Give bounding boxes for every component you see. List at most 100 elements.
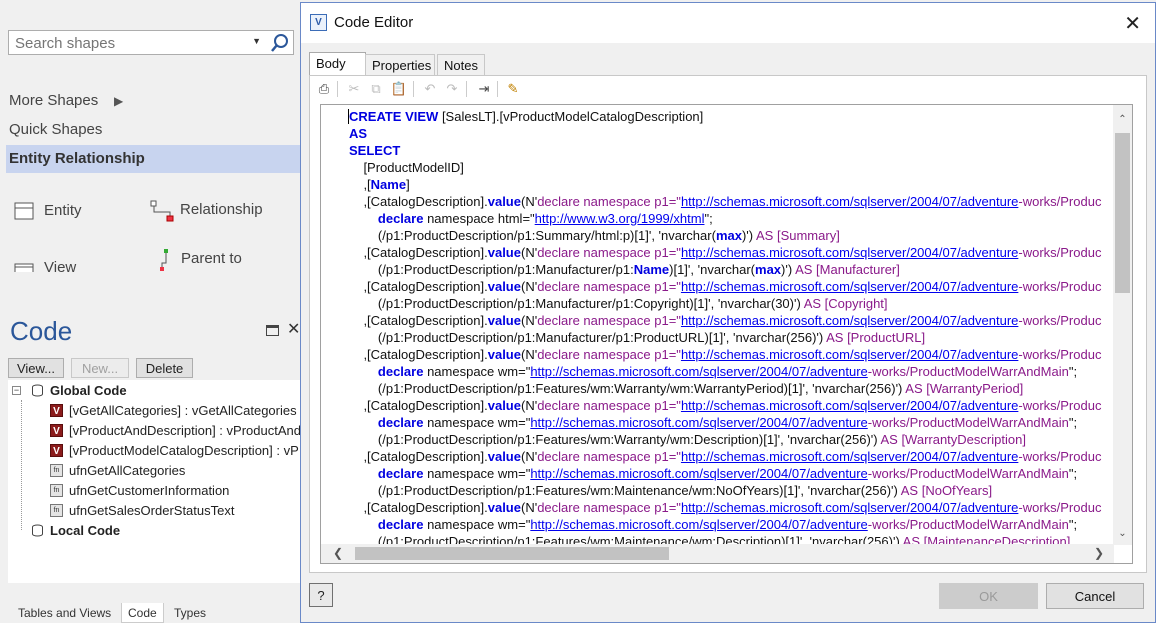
code-token: namespace wm=" — [423, 466, 531, 481]
quick-shapes-item[interactable]: Quick Shapes — [0, 116, 300, 144]
tree-item-label: ufnGetSalesOrderStatusText — [69, 503, 235, 518]
chevron-right-icon: ▶ — [114, 94, 124, 108]
code-line: ,[CatalogDescription].value(N'declare na… — [349, 499, 1101, 516]
indent-icon[interactable]: ⇥ — [475, 80, 493, 98]
close-icon[interactable]: ✕ — [1124, 11, 1141, 36]
code-token[interactable]: http://schemas.microsoft.com/sqlserver/2… — [681, 449, 1018, 464]
code-token: value — [487, 347, 521, 362]
toolbar-separator — [337, 81, 338, 97]
more-shapes-menu[interactable]: More Shapes ▶ — [0, 87, 300, 115]
code-line: ,[CatalogDescription].value(N'declare na… — [349, 346, 1101, 363]
entity-relationship-stencil[interactable]: Entity Relationship — [6, 145, 300, 173]
code-line: ,[CatalogDescription].value(N'declare na… — [349, 278, 1101, 295]
print-icon[interactable]: ⎙ — [315, 80, 333, 98]
tree-item-label: [vProductAndDescription] : vProductAnd — [69, 423, 300, 438]
code-token: -works/ProductModelWarrAndMain — [867, 364, 1069, 379]
undo-icon[interactable]: ↶ — [421, 80, 439, 98]
code-token: AS [WarrantyDescription] — [880, 432, 1026, 447]
search-dropdown-icon[interactable]: ▼ — [252, 36, 261, 46]
search-shapes-input[interactable] — [13, 32, 253, 54]
code-token[interactable]: http://schemas.microsoft.com/sqlserver/2… — [530, 415, 867, 430]
tree-group-label: Local Code — [50, 523, 121, 538]
code-token[interactable]: http://schemas.microsoft.com/sqlserver/2… — [530, 364, 867, 379]
code-token[interactable]: http://schemas.microsoft.com/sqlserver/2… — [681, 245, 1018, 260]
code-line: (/p1:ProductDescription/p1:Manufacturer/… — [349, 295, 888, 312]
scroll-right-icon[interactable]: ❯ — [1090, 544, 1108, 563]
code-token: ,[CatalogDescription]. — [349, 500, 488, 515]
redo-icon[interactable]: ↷ — [443, 80, 461, 98]
code-token: namespace wm=" — [423, 364, 531, 379]
code-line: declare namespace wm="http://schemas.mic… — [349, 516, 1077, 533]
code-token[interactable]: http://schemas.microsoft.com/sqlserver/2… — [681, 279, 1018, 294]
search-icon[interactable] — [270, 33, 290, 56]
relationship-shape[interactable]: Relationship — [150, 198, 290, 222]
cut-icon[interactable]: ✂ — [345, 80, 363, 98]
code-text-area[interactable]: CREATE VIEW [SalesLT].[vProductModelCata… — [321, 105, 1114, 545]
code-token: declare namespace p1=" — [537, 449, 681, 464]
cancel-button[interactable]: Cancel — [1046, 583, 1144, 609]
code-line: ,[CatalogDescription].value(N'declare na… — [349, 397, 1101, 414]
tab-properties[interactable]: Properties — [365, 54, 435, 76]
collapse-icon[interactable]: − — [12, 386, 21, 395]
parent-to-shape[interactable]: Parent to — [158, 247, 288, 271]
editor-toolbar: ⎙ ✂ ⧉ 📋 ↶ ↷ ⇥ ✎ — [310, 76, 1146, 102]
code-token: max — [755, 262, 782, 277]
code-token: declare — [377, 466, 424, 481]
code-token: namespace html=" — [423, 211, 535, 226]
view-code-button[interactable]: View... — [8, 358, 64, 378]
copy-icon[interactable]: ⧉ — [367, 80, 385, 98]
dialog-titlebar[interactable]: V Code Editor ✕ — [301, 3, 1155, 43]
code-line: (/p1:ProductDescription/p1:Features/wm:M… — [349, 482, 992, 499]
new-code-button: New... — [71, 358, 129, 378]
code-token[interactable]: http://schemas.microsoft.com/sqlserver/2… — [681, 347, 1018, 362]
help-button[interactable]: ? — [309, 583, 333, 607]
code-editor[interactable]: CREATE VIEW [SalesLT].[vProductModelCata… — [320, 104, 1133, 564]
horizontal-scroll-thumb[interactable] — [355, 547, 669, 560]
code-token[interactable]: http://schemas.microsoft.com/sqlserver/2… — [681, 313, 1018, 328]
code-token: (/p1:ProductDescription/p1:Summary/html:… — [349, 228, 716, 243]
code-token[interactable]: http://schemas.microsoft.com/sqlserver/2… — [681, 398, 1018, 413]
vertical-scrollbar[interactable]: ⌃ ⌄ — [1113, 105, 1132, 545]
code-line: declare namespace wm="http://schemas.mic… — [349, 363, 1077, 380]
paste-icon[interactable]: 📋 — [390, 80, 408, 98]
horizontal-scrollbar[interactable]: ❮ ❯ — [321, 544, 1114, 563]
highlight-pen-icon[interactable]: ✎ — [504, 80, 522, 98]
code-token[interactable]: http://schemas.microsoft.com/sqlserver/2… — [681, 500, 1018, 515]
entity-shape[interactable]: Entity — [14, 199, 134, 223]
code-panel-title: Code — [10, 316, 73, 346]
more-shapes-label: More Shapes — [9, 92, 99, 109]
code-token: value — [487, 194, 521, 209]
scroll-up-icon[interactable]: ⌃ — [1113, 111, 1132, 129]
vertical-scroll-thumb[interactable] — [1115, 133, 1130, 293]
search-shapes-box[interactable]: ▼ — [8, 30, 294, 55]
close-panel-icon[interactable]: ✕ — [287, 319, 300, 339]
code-token[interactable]: http://schemas.microsoft.com/sqlserver/2… — [681, 194, 1018, 209]
code-token: namespace wm=" — [423, 517, 531, 532]
code-token: [ProductModelID] — [349, 160, 464, 175]
maximize-panel-icon[interactable] — [266, 325, 279, 336]
tab-notes[interactable]: Notes — [437, 54, 485, 76]
view-shape[interactable]: View — [14, 254, 134, 272]
tree-item-label: ufnGetAllCategories — [69, 463, 186, 478]
code-token[interactable]: http://schemas.microsoft.com/sqlserver/2… — [530, 466, 867, 481]
delete-code-button[interactable]: Delete — [136, 358, 193, 378]
tab-tables-and-views[interactable]: Tables and Views — [12, 603, 117, 623]
code-token[interactable]: http://schemas.microsoft.com/sqlserver/2… — [530, 517, 867, 532]
tab-code[interactable]: Code — [121, 603, 164, 623]
code-token: value — [487, 449, 521, 464]
tab-types[interactable]: Types — [168, 603, 212, 623]
code-token: value — [487, 313, 521, 328]
scroll-left-icon[interactable]: ❮ — [329, 544, 347, 563]
code-token: "; — [1068, 364, 1078, 379]
scroll-down-icon[interactable]: ⌄ — [1113, 525, 1132, 543]
toolbar-separator — [466, 81, 467, 97]
code-token: -works/Produc — [1018, 245, 1102, 260]
parent-to-label: Parent to — [181, 250, 242, 267]
code-token: )[1]', 'nvarchar( — [669, 262, 756, 277]
code-token[interactable]: http://www.w3.org/1999/xhtml — [535, 211, 705, 226]
code-token: (N' — [520, 398, 538, 413]
code-token: AS [Copyright] — [803, 296, 888, 311]
tab-body[interactable]: Body — [309, 52, 366, 77]
